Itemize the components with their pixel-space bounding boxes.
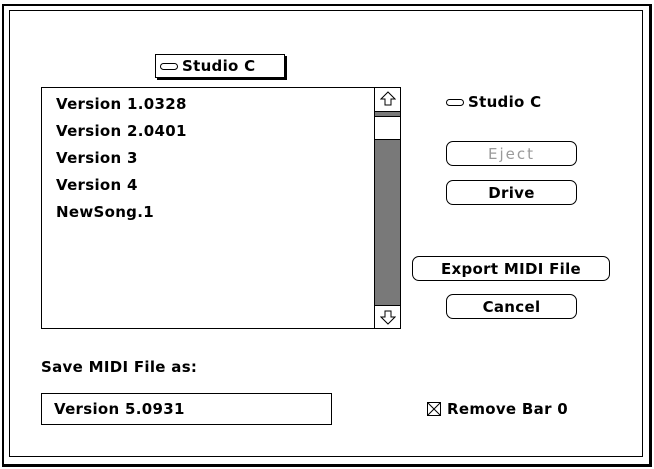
file-list[interactable]: Version 1.0328 Version 2.0401 Version 3 … [41,87,401,329]
scroll-track[interactable] [375,111,400,306]
file-list-items: Version 1.0328 Version 2.0401 Version 3 … [42,88,376,328]
scroll-down-arrow-icon[interactable] [375,306,400,328]
export-midi-file-button[interactable]: Export MIDI File [412,256,610,281]
volume-popup-menu[interactable]: Studio C [155,54,285,78]
scroll-thumb[interactable] [375,116,400,140]
current-volume-label: Studio C [468,93,542,111]
scroll-up-arrow-icon[interactable] [375,88,400,110]
checkmark-x-icon [428,403,440,415]
export-button-label: Export MIDI File [440,259,582,278]
filename-value: Version 5.0931 [54,400,185,418]
drive-button-label: Drive [488,183,535,202]
disk-icon [446,98,464,106]
list-item[interactable]: Version 1.0328 [56,94,376,121]
drive-button[interactable]: Drive [446,180,577,205]
save-as-label: Save MIDI File as: [41,358,198,376]
cancel-button[interactable]: Cancel [446,294,577,319]
save-midi-dialog: Studio C Version 1.0328 Version 2.0401 V… [0,0,654,469]
remove-bar-zero-option[interactable]: Remove Bar 0 [427,400,568,418]
file-list-scrollbar[interactable] [374,88,400,328]
list-item[interactable]: Version 2.0401 [56,121,376,148]
remove-bar-zero-label: Remove Bar 0 [447,400,569,418]
eject-button-label: Eject [487,144,535,163]
eject-button[interactable]: Eject [446,141,577,166]
list-item[interactable]: Version 4 [56,175,376,202]
current-volume: Studio C [446,93,541,111]
list-item[interactable]: NewSong.1 [56,202,376,229]
disk-icon [160,62,178,70]
list-item[interactable]: Version 3 [56,148,376,175]
filename-field[interactable]: Version 5.0931 [41,393,332,425]
remove-bar-zero-checkbox[interactable] [427,402,441,416]
cancel-button-label: Cancel [482,297,541,316]
volume-popup-label: Studio C [182,57,256,75]
